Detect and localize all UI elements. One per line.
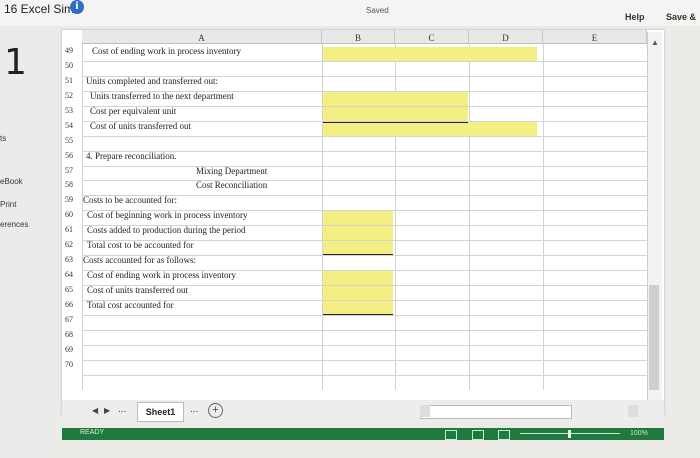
cell-a61[interactable]: Costs added to production during the per… [87,225,245,235]
row-header[interactable]: 65 [62,285,82,294]
row-header[interactable]: 61 [62,225,82,234]
row-header[interactable]: 60 [62,210,82,219]
page-layout-icon[interactable] [472,430,484,440]
input-cell-b54[interactable] [323,122,537,136]
grid-line [82,345,647,346]
row-header[interactable]: 49 [62,46,82,55]
app-title: 16 Excel Sims [4,2,81,16]
grid-line [82,375,647,376]
row-header[interactable]: 64 [62,270,82,279]
grid-line [82,136,647,137]
row-header[interactable]: 59 [62,195,82,204]
row-header[interactable]: 70 [62,360,82,369]
row-header[interactable]: 55 [62,136,82,145]
cell-a62[interactable]: Total cost to be accounted for [87,240,194,250]
cell-a51[interactable]: Units completed and transferred out: [86,76,218,86]
column-header-b[interactable]: B [322,30,395,44]
grid-line [82,315,647,316]
cell-a58[interactable]: Cost Reconciliation [196,180,267,190]
input-cell-b49[interactable] [323,47,537,62]
tab-next-icon[interactable]: ▶ [104,406,110,415]
saved-status: Saved [366,6,389,15]
tab-ellipsis-left[interactable]: ... [118,404,126,415]
column-header-a[interactable]: A [82,30,322,44]
row-header[interactable]: 56 [62,151,82,160]
help-button[interactable]: Help [625,12,645,22]
tab-prev-icon[interactable]: ◀ [92,406,98,415]
cell-a49[interactable]: Cost of ending work in process inventory [92,46,241,56]
row-header[interactable]: 53 [62,106,82,115]
ready-status: READY [80,429,105,436]
grid-line [82,44,83,390]
status-bar [62,428,664,440]
underline [323,122,468,123]
input-cell-b64-b66[interactable] [323,270,393,314]
ebook-link[interactable]: eBook [0,177,23,186]
spreadsheet-grid[interactable]: A B C D E 49 Cost of ending work in proc… [62,30,664,415]
grid-line [82,166,647,167]
grid-line [543,44,544,390]
row-header[interactable]: 51 [62,76,82,85]
cell-a60[interactable]: Cost of beginning work in process invent… [87,210,247,220]
references-link[interactable]: erences [0,220,28,229]
scroll-right-icon[interactable] [628,405,638,417]
row-header[interactable]: 66 [62,300,82,309]
tab-ellipsis-right[interactable]: ... [190,404,198,415]
row-header[interactable]: 50 [62,61,82,70]
row-header[interactable]: 67 [62,315,82,324]
add-sheet-button[interactable]: + [208,403,223,418]
grid-line [82,330,647,331]
row-header[interactable]: 52 [62,91,82,100]
zoom-level: 100% [630,430,648,437]
grid-line [82,360,647,361]
info-icon[interactable]: i [70,0,84,14]
cell-a56[interactable]: 4. Prepare reconciliation. [86,151,176,161]
left-panel [0,26,62,458]
cell-a66[interactable]: Total cost accounted for [87,300,174,310]
horizontal-scrollbar[interactable] [420,405,572,419]
row-header[interactable]: 57 [62,166,82,175]
input-cell-b52-b53[interactable] [323,92,468,122]
top-bar [0,0,700,26]
cell-a64[interactable]: Cost of ending work in process inventory [87,270,236,280]
row-header[interactable]: 69 [62,345,82,354]
save-button[interactable]: Save & [666,12,696,22]
cell-a52[interactable]: Units transferred to the next department [90,91,234,101]
cell-a59[interactable]: Costs to be accounted for: [83,195,177,205]
normal-view-icon[interactable] [445,430,457,440]
row-header[interactable]: 58 [62,180,82,189]
cell-a65[interactable]: Cost of units transferred out [87,285,188,295]
grid-line [469,44,470,390]
row-header[interactable]: 62 [62,240,82,249]
scroll-up-icon[interactable]: ▲ [651,38,659,47]
cell-a54[interactable]: Cost of units transferred out [90,121,191,131]
input-cell-b60-b62[interactable] [323,210,393,254]
grid-line [82,180,647,181]
row-header[interactable]: 54 [62,121,82,130]
scrollbar-thumb[interactable] [649,285,659,390]
column-header-e[interactable]: E [543,30,647,44]
side-item-1[interactable]: ts [0,134,6,143]
row-header[interactable]: 63 [62,255,82,264]
question-number: 1 [4,42,27,83]
tab-sheet1[interactable]: Sheet1 [137,402,184,422]
column-header-d[interactable]: D [469,30,543,44]
zoom-slider-thumb[interactable] [568,430,571,438]
grid-line [82,61,647,62]
row-header[interactable]: 68 [62,330,82,339]
page-break-icon[interactable] [498,430,510,440]
cell-a57[interactable]: Mixing Department [196,166,267,176]
scroll-left-icon[interactable] [420,405,430,417]
print-link[interactable]: Print [0,200,16,209]
cell-a63[interactable]: Costs accounted for as follows: [83,255,196,265]
column-header-c[interactable]: C [395,30,469,44]
cell-a53[interactable]: Cost per equivalent unit [90,106,176,116]
